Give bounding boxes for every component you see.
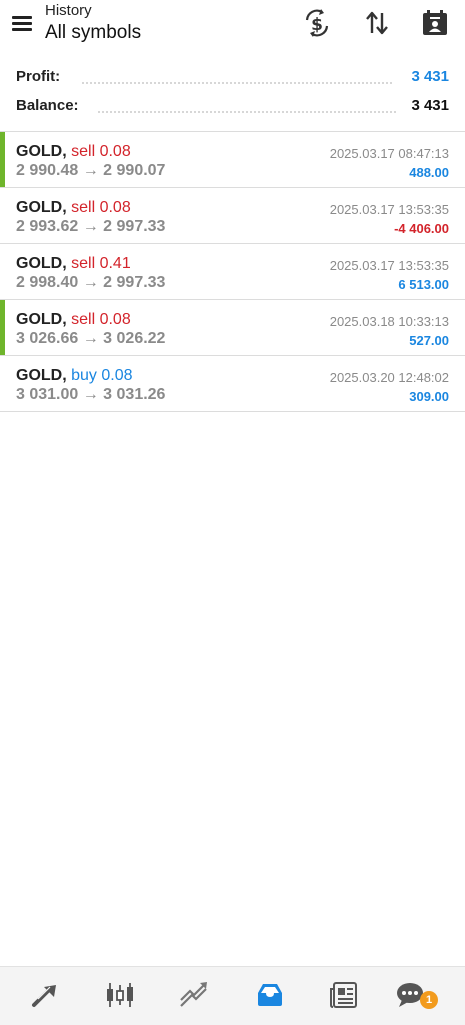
balance-row: Balance: 3 431	[0, 93, 465, 122]
calendar-icon[interactable]	[420, 8, 450, 38]
profit-value: 3 431	[411, 68, 449, 85]
menu-icon[interactable]	[10, 12, 34, 36]
messages-badge: 1	[420, 991, 438, 1009]
history-icon[interactable]	[254, 979, 286, 1011]
highlight-bar	[0, 300, 5, 355]
news-icon[interactable]	[328, 979, 360, 1011]
deposit-withdraw-icon[interactable]: $	[302, 8, 332, 38]
trade-prices: 2 990.48 → 2 990.07	[16, 162, 166, 179]
dotted-leader	[98, 111, 396, 113]
trade-profit: 309.00	[409, 389, 449, 404]
balance-value: 3 431	[411, 97, 449, 114]
trade-prices: 2 998.40 → 2 997.33	[16, 274, 166, 291]
trade-side: sell 0.41	[71, 255, 131, 272]
trade-symbol: GOLD,	[16, 367, 67, 384]
symbol-filter-title[interactable]: All symbols	[45, 22, 141, 44]
trade-side: sell 0.08	[71, 199, 131, 216]
trade-row[interactable]: GOLD, sell 0.08 2 990.48 → 2 990.07 2025…	[0, 132, 465, 188]
dotted-leader	[82, 82, 392, 84]
trade-row[interactable]: GOLD, sell 0.41 2 998.40 → 2 997.33 2025…	[0, 244, 465, 300]
balance-label: Balance:	[16, 97, 79, 114]
trade-prices: 3 031.00 → 3 031.26	[16, 386, 166, 403]
trade-side: sell 0.08	[71, 143, 131, 160]
app-header: History All symbols $	[0, 0, 465, 56]
trade-symbol: GOLD,	[16, 255, 67, 272]
account-summary: Profit: 3 431 Balance: 3 431	[0, 64, 465, 122]
trade-symbol: GOLD,	[16, 311, 67, 328]
trade-time: 2025.03.17 08:47:13	[329, 146, 449, 161]
trade-time: 2025.03.20 12:48:02	[329, 370, 449, 385]
trade-row[interactable]: GOLD, sell 0.08 3 026.66 → 3 026.22 2025…	[0, 300, 465, 356]
trade-title: GOLD, buy 0.08	[16, 367, 133, 385]
trade-symbol: GOLD,	[16, 143, 67, 160]
trade-icon[interactable]	[178, 979, 210, 1011]
trade-history-list: GOLD, sell 0.08 2 990.48 → 2 990.07 2025…	[0, 132, 465, 412]
trade-side: sell 0.08	[71, 311, 131, 328]
bottom-navigation	[0, 966, 465, 1025]
trade-title: GOLD, sell 0.08	[16, 199, 131, 217]
trade-title: GOLD, sell 0.08	[16, 311, 131, 329]
header-subtitle: History	[45, 2, 92, 19]
trade-prices: 3 026.66 → 3 026.22	[16, 330, 166, 347]
trade-time: 2025.03.17 13:53:35	[329, 258, 449, 273]
highlight-bar	[0, 132, 5, 187]
trade-profit: 527.00	[409, 333, 449, 348]
trade-time: 2025.03.18 10:33:13	[329, 314, 449, 329]
trade-title: GOLD, sell 0.41	[16, 255, 131, 273]
sort-icon[interactable]	[362, 8, 392, 38]
chart-icon[interactable]	[104, 979, 136, 1011]
trade-profit: 488.00	[409, 165, 449, 180]
trade-prices: 2 993.62 → 2 997.33	[16, 218, 166, 235]
quotes-icon[interactable]	[30, 979, 62, 1011]
trade-time: 2025.03.17 13:53:35	[329, 202, 449, 217]
trade-profit: -4 406.00	[394, 221, 449, 236]
trade-profit: 6 513.00	[398, 277, 449, 292]
profit-row: Profit: 3 431	[0, 64, 465, 93]
trade-title: GOLD, sell 0.08	[16, 143, 131, 161]
trade-row[interactable]: GOLD, buy 0.08 3 031.00 → 3 031.26 2025.…	[0, 356, 465, 412]
trade-side: buy 0.08	[71, 367, 133, 384]
profit-label: Profit:	[16, 68, 61, 85]
trade-symbol: GOLD,	[16, 199, 67, 216]
trade-row[interactable]: GOLD, sell 0.08 2 993.62 → 2 997.33 2025…	[0, 188, 465, 244]
